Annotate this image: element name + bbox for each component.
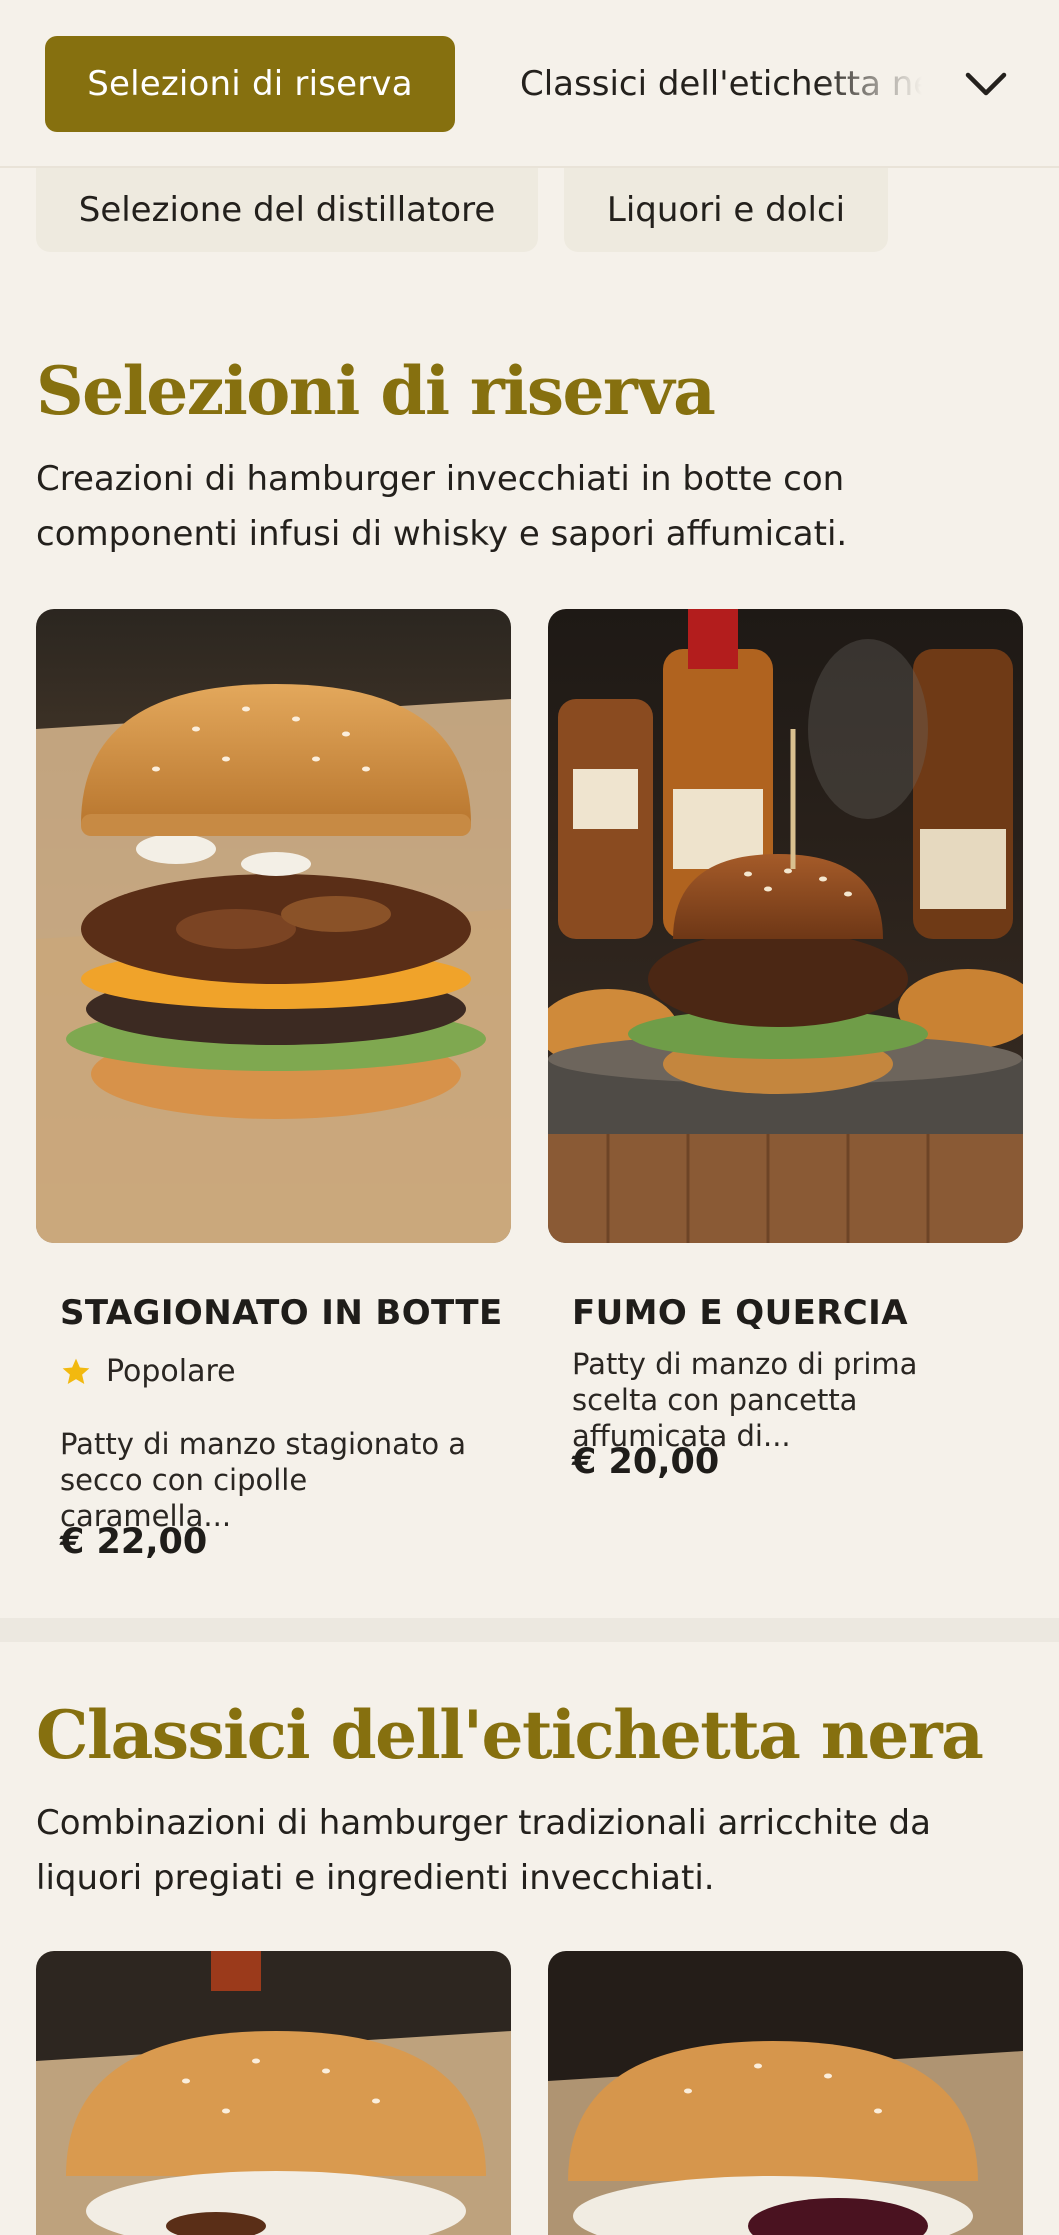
product-image-stagionato[interactable]	[36, 609, 511, 1243]
product-price: € 20,00	[572, 1442, 720, 1482]
product-name[interactable]: STAGIONATO IN BOTTE	[60, 1293, 503, 1333]
product-name[interactable]: FUMO E QUERCIA	[572, 1293, 908, 1333]
section-title-riserva: Selezioni di riserva	[36, 352, 716, 430]
badge-label: Popolare	[106, 1354, 236, 1389]
product-image[interactable]	[548, 1951, 1023, 2235]
chevron-down-icon[interactable]	[960, 60, 1012, 108]
section-description-riserva: Creazioni di hamburger invecchiati in bo…	[36, 459, 848, 554]
star-icon	[62, 1358, 90, 1384]
tab-fade-overlay	[820, 36, 940, 132]
section-divider	[0, 1618, 1059, 1642]
product-description: Patty di manzo stagionato a secco con ci…	[60, 1427, 467, 1533]
tab-classici-etichetta-nera[interactable]: Classici dell'etichetta nera	[520, 36, 940, 132]
section-title-etichetta-nera: Classici dell'etichetta nera	[36, 1696, 984, 1774]
product-price: € 22,00	[60, 1522, 208, 1562]
product-image-fumo-e-quercia[interactable]	[548, 609, 1023, 1243]
tab-selezioni-di-riserva[interactable]: Selezioni di riserva	[45, 36, 455, 132]
product-image[interactable]	[36, 1951, 511, 2235]
category-nav: Selezioni di riserva Classici dell'etich…	[0, 0, 1059, 168]
section-description-etichetta-nera: Combinazioni di hamburger tradizionali a…	[36, 1803, 931, 1898]
product-description: Patty di manzo di prima scelta con pance…	[572, 1347, 918, 1453]
popular-badge: Popolare	[60, 1354, 236, 1389]
